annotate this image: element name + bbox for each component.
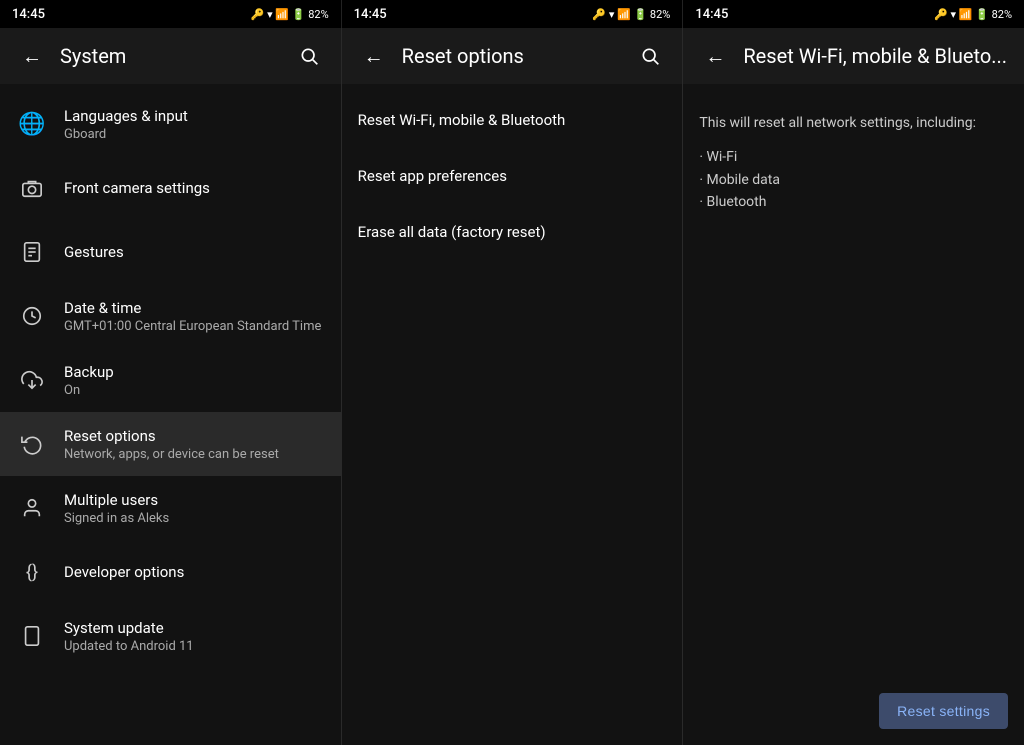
system-update-item[interactable]: System update Updated to Android 11 (0, 604, 341, 668)
system-panel: System 🌐 Languages & input Gboard (0, 28, 342, 745)
backup-item[interactable]: Backup On (0, 348, 341, 412)
reset-wifi-description: This will reset all network settings, in… (683, 92, 1024, 234)
panels-container: System 🌐 Languages & input Gboard (0, 28, 1024, 745)
front-camera-item[interactable]: Front camera settings (0, 156, 341, 220)
system-title: System (60, 44, 281, 68)
reset-wifi-bullet-list: Wi-Fi Mobile data Bluetooth (699, 146, 1008, 213)
date-time-item[interactable]: Date & time GMT+01:00 Central European S… (0, 284, 341, 348)
reset-wifi-header: Reset Wi-Fi, mobile & Blueto... (683, 28, 1024, 84)
reset-btn-container: Reset settings (683, 677, 1024, 745)
languages-input-item[interactable]: 🌐 Languages & input Gboard (0, 92, 341, 156)
bullet-bluetooth: Bluetooth (699, 191, 1008, 213)
time-1: 14:45 (12, 7, 45, 22)
status-bar: 14:45 🔑 ▾ 📶 🔋 82% 14:45 🔑 ▾ 📶 🔋 82% 14:4… (0, 0, 1024, 28)
system-back-button[interactable] (16, 40, 48, 72)
backup-icon (16, 364, 48, 396)
reset-options-subtitle: Network, apps, or device can be reset (64, 447, 279, 462)
reset-options-panel: Reset options Reset Wi-Fi, mobile & Blue… (342, 28, 684, 745)
status-panel-1: 14:45 🔑 ▾ 📶 🔋 82% (0, 0, 342, 28)
system-update-subtitle: Updated to Android 11 (64, 639, 194, 654)
backup-subtitle: On (64, 383, 114, 398)
bullet-wifi: Wi-Fi (699, 146, 1008, 168)
reset-options-item[interactable]: Reset options Network, apps, or device c… (0, 412, 341, 476)
status-icons-1: 🔑 ▾ 📶 🔋 82% (251, 8, 329, 21)
reset-settings-button[interactable]: Reset settings (879, 693, 1008, 729)
status-panel-2: 14:45 🔑 ▾ 📶 🔋 82% (342, 0, 684, 28)
front-camera-title: Front camera settings (64, 179, 210, 197)
status-icons-2: 🔑 ▾ 📶 🔋 82% (592, 8, 670, 21)
system-update-title: System update (64, 619, 194, 637)
reset-options-title: Reset options (64, 427, 279, 445)
reset-options-header: Reset options (342, 28, 683, 84)
camera-icon (16, 172, 48, 204)
gestures-title: Gestures (64, 243, 124, 261)
reset-wifi-label: Reset Wi-Fi, mobile & Bluetooth (358, 111, 566, 129)
time-2: 14:45 (354, 7, 387, 22)
system-header: System (0, 28, 341, 84)
multiple-users-subtitle: Signed in as Aleks (64, 511, 169, 526)
date-time-subtitle: GMT+01:00 Central European Standard Time (64, 319, 321, 334)
users-icon (16, 492, 48, 524)
multiple-users-item[interactable]: Multiple users Signed in as Aleks (0, 476, 341, 540)
reset-icon (16, 428, 48, 460)
reset-options-title-heading: Reset options (402, 44, 623, 68)
languages-input-title: Languages & input (64, 107, 188, 125)
reset-wifi-content: This will reset all network settings, in… (683, 84, 1024, 677)
reset-wifi-back-button[interactable] (699, 40, 731, 72)
backup-title: Backup (64, 363, 114, 381)
reset-wifi-detail-panel: Reset Wi-Fi, mobile & Blueto... This wil… (683, 28, 1024, 745)
system-update-icon (16, 620, 48, 652)
gestures-icon (16, 236, 48, 268)
system-search-button[interactable] (293, 40, 325, 72)
reset-options-list: Reset Wi-Fi, mobile & Bluetooth Reset ap… (342, 84, 683, 745)
languages-input-subtitle: Gboard (64, 127, 188, 142)
system-list: 🌐 Languages & input Gboard Front camera … (0, 84, 341, 745)
date-time-title: Date & time (64, 299, 321, 317)
developer-icon: {} (16, 556, 48, 588)
erase-all-data-label: Erase all data (factory reset) (358, 223, 546, 241)
reset-wifi-description-text: This will reset all network settings, in… (699, 112, 1008, 134)
clock-icon (16, 300, 48, 332)
developer-options-item[interactable]: {} Developer options (0, 540, 341, 604)
time-3: 14:45 (695, 7, 728, 22)
reset-options-back-button[interactable] (358, 40, 390, 72)
reset-app-preferences-label: Reset app preferences (358, 167, 507, 185)
multiple-users-title: Multiple users (64, 491, 169, 509)
status-panel-3: 14:45 🔑 ▾ 📶 🔋 82% (683, 0, 1024, 28)
reset-wifi-item[interactable]: Reset Wi-Fi, mobile & Bluetooth (342, 92, 683, 148)
reset-options-search-button[interactable] (634, 40, 666, 72)
reset-wifi-title: Reset Wi-Fi, mobile & Blueto... (743, 44, 1008, 68)
erase-all-data-item[interactable]: Erase all data (factory reset) (342, 204, 683, 260)
developer-options-title: Developer options (64, 563, 184, 581)
globe-icon: 🌐 (16, 108, 48, 140)
status-icons-3: 🔑 ▾ 📶 🔋 82% (934, 8, 1012, 21)
reset-app-preferences-item[interactable]: Reset app preferences (342, 148, 683, 204)
gestures-item[interactable]: Gestures (0, 220, 341, 284)
bullet-mobile-data: Mobile data (699, 169, 1008, 191)
